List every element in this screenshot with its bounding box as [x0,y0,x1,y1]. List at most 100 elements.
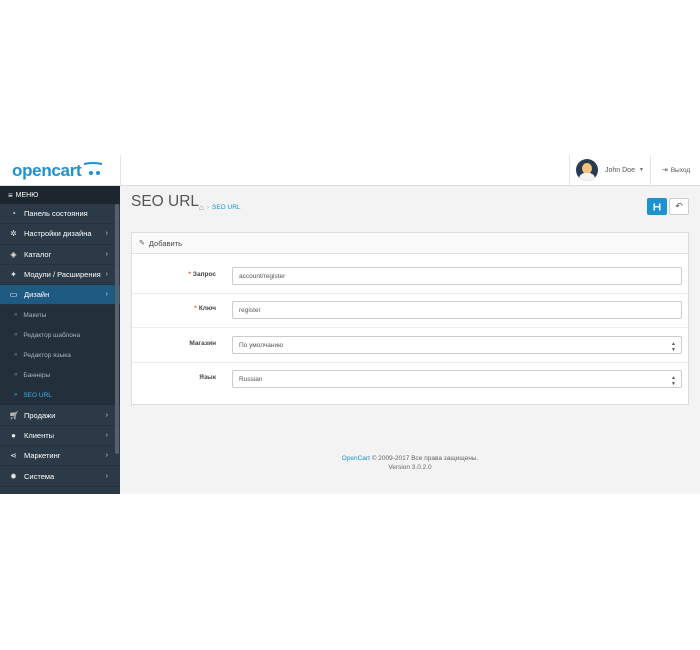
submenu-item-label: Редактор языка [23,351,71,359]
footer-version: Version 3.0.2.0 [388,464,432,471]
top-header: opencart John Doe ▼ ⇥ Выход [0,155,700,186]
sidebar-item-label: Система [24,471,55,481]
language-select[interactable]: Russian ▲ ▼ [232,370,682,388]
puzzle-icon: ✦ [10,270,17,280]
language-label: Язык [199,374,216,381]
admin-app: opencart John Doe ▼ ⇥ Выход ≡ МЕНЮ ◔ Пан… [0,155,700,494]
sidebar-item-label: Маркетинг [24,451,61,461]
footer-opencart-link[interactable]: OpenCart [342,455,370,462]
query-label: * Запрос [188,271,216,278]
panel-title: Добавить [148,238,183,248]
query-input[interactable]: account/register [232,267,682,285]
pencil-icon: ✎ [139,240,145,247]
sidebar-item-label: Клиенты [24,430,55,440]
breadcrumb: ⌂ › SEO URL [199,203,241,212]
form-row-query: * Запрос account/register [132,260,688,294]
select-caret-icon: ▲ ▼ [671,341,676,353]
sidebar-item-marketing[interactable]: ⋖ Маркетинг › [0,446,120,467]
share-icon: ⋖ [10,451,17,461]
bullet-icon: » [14,392,18,399]
bullet-icon: » [14,372,18,379]
sidebar-item-catalog[interactable]: ◈ Каталог › [0,245,120,265]
save-icon [653,198,661,216]
sidebar-item-label: Дизайн [24,290,50,300]
sign-out-icon: ⇥ [661,167,668,174]
cogs-icon: ✲ [10,229,17,239]
sidebar-scrollbar[interactable] [115,204,119,454]
menu-label: МЕНЮ [15,191,39,199]
sidebar-item-label: Модули / Расширения [24,270,101,280]
keyword-label: * Ключ [194,305,216,312]
design-submenu: » Макеты » Редактор шаблона » Редактор я… [0,305,120,406]
logo-text: opencart [12,161,82,180]
breadcrumb-link[interactable]: SEO URL [212,204,241,211]
user-menu[interactable]: John Doe ▼ [569,155,650,185]
sidebar-item-system[interactable]: ✹ Система › [0,466,120,487]
submenu-item-label: Редактор шаблона [23,331,81,339]
chevron-right-icon: › [105,472,108,480]
chevron-right-icon: › [105,431,108,439]
dashboard-icon: ◔ [11,209,16,219]
menu-header: ≡ МЕНЮ [0,186,120,204]
language-selected-value: Russian [239,375,263,383]
home-icon[interactable]: ⌂ [199,203,204,212]
sidebar-item-label: Каталог [24,249,52,259]
caret-down-icon: ▼ [638,167,644,173]
sidebar-item-label: Продажи [24,410,56,420]
store-label: Магазин [189,340,216,347]
back-button[interactable]: ↶ [669,198,689,215]
bullet-icon: » [14,332,18,339]
user-name: John Doe [605,166,635,174]
chevron-right-icon: › [105,250,108,258]
form-row-keyword: * Ключ register [132,294,688,328]
submenu-item-language-editor[interactable]: » Редактор языка [0,345,120,365]
bars-icon: ≡ [8,190,13,200]
form-row-language: Язык Russian ▲ ▼ [132,363,688,397]
gear-icon: ✹ [10,471,17,481]
breadcrumb-separator: › [206,204,210,211]
sidebar: ≡ МЕНЮ ◔ Панель состояния ✲ Настройки ди… [0,186,120,494]
cart-icon: 🛒︎ [9,410,20,420]
sidebar-item-design-settings[interactable]: ✲ Настройки дизайна › [0,224,120,245]
logout-label: Выход [670,166,691,174]
submenu-item-layouts[interactable]: » Макеты [0,305,120,325]
tags-icon: ◈ [10,249,17,259]
panel-heading: ✎ Добавить [132,233,688,254]
user-icon: ● [11,430,16,440]
bullet-icon: » [14,352,18,359]
footer: OpenCart © 2009-2017 Все права защищены.… [120,454,700,472]
form-panel: ✎ Добавить * Запрос account/register * Клю… [131,232,689,405]
header-divider [120,155,121,185]
chevron-right-icon: › [105,452,108,460]
chevron-right-icon: › [105,230,108,238]
sidebar-item-label: Настройки дизайна [24,229,92,239]
submenu-item-label: Макеты [23,311,47,319]
sidebar-item-customers[interactable]: ● Клиенты › [0,426,120,447]
keyword-input[interactable]: register [232,301,682,319]
footer-copyright: © 2009-2017 Все права защищены. [371,455,479,462]
sidebar-item-sales[interactable]: 🛒︎ Продажи › [0,405,120,426]
select-caret-icon: ▲ ▼ [671,375,676,387]
sidebar-item-extensions[interactable]: ✦ Модули / Расширения › [0,265,120,286]
chevron-down-icon: › [105,291,108,299]
cart-logo-icon [83,161,103,182]
chevron-right-icon: › [105,271,108,279]
page-title: SEO URL [131,193,200,210]
reply-icon: ↶ [675,201,683,211]
bullet-icon: » [14,312,18,319]
submenu-item-label: SEO URL [23,391,52,399]
logout-link[interactable]: ⇥ Выход [650,155,700,185]
submenu-item-label: Баннеры [23,371,51,379]
save-button[interactable] [647,198,667,215]
opencart-logo[interactable]: opencart [12,160,103,182]
store-select[interactable]: По умолчанию ▲ ▼ [232,336,682,354]
form-row-store: Магазин По умолчанию ▲ ▼ [132,329,688,363]
submenu-item-banners[interactable]: » Баннеры [0,365,120,385]
sidebar-item-label: Панель состояния [24,209,88,219]
submenu-item-theme-editor[interactable]: » Редактор шаблона [0,325,120,345]
store-selected-value: По умолчанию [239,341,283,349]
avatar [576,159,598,181]
submenu-item-seo-url[interactable]: » SEO URL [0,385,120,405]
sidebar-item-design[interactable]: ▭ Дизайн › [0,285,120,306]
sidebar-item-dashboard[interactable]: ◔ Панель состояния [0,204,120,225]
